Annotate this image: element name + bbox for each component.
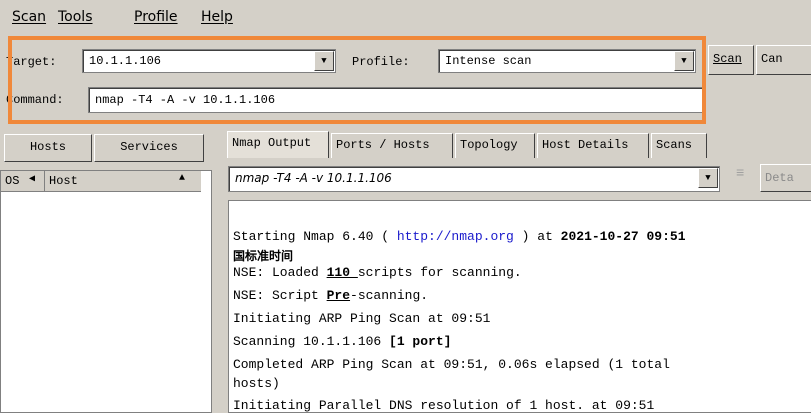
profile-dropdown-arrow-icon[interactable]: ▼ — [674, 51, 694, 71]
menu-scan[interactable]: Scan — [12, 9, 46, 25]
output-line: NSE: Script Pre-scanning. — [233, 288, 428, 303]
command-value: nmap -T4 -A -v 10.1.1.106 — [95, 93, 276, 107]
tab-ports-hosts-label: Ports / Hosts — [336, 138, 430, 152]
output-line: hosts) — [233, 376, 280, 391]
scan-button-label: Scan — [713, 52, 742, 66]
tab-scans-label: Scans — [656, 138, 693, 152]
tab-ports-hosts[interactable]: Ports / Hosts — [331, 133, 453, 158]
toolbar: Target: 10.1.1.106 ▼ Profile: Intense sc… — [0, 34, 811, 118]
target-dropdown-arrow-icon[interactable]: ▼ — [314, 51, 334, 71]
column-os[interactable]: OS — [5, 174, 19, 188]
services-tab-label: Services — [120, 140, 178, 154]
column-divider — [44, 171, 45, 191]
hosts-tab-label: Hosts — [29, 140, 66, 154]
column-host[interactable]: Host — [49, 174, 78, 188]
output-text: scripts for scanning. — [357, 265, 522, 280]
command-input[interactable]: nmap -T4 -A -v 10.1.1.106 — [88, 87, 705, 113]
details-button-label: Deta — [765, 171, 794, 185]
menu-bar: Scan Tools Profile Help — [0, 0, 811, 34]
output-dropdown-arrow-icon[interactable]: ▼ — [698, 168, 718, 188]
output-text: Scanning 10.1.1.106 — [233, 334, 390, 349]
target-value: 10.1.1.106 — [89, 54, 162, 68]
output-text: ) at — [513, 229, 561, 244]
cancel-button-label: Can — [761, 52, 783, 66]
output-line: Completed ARP Ping Scan at 09:51, 0.06s … — [233, 357, 670, 372]
column-scroll-left-icon[interactable]: ◀ — [29, 173, 35, 185]
port-count: [1 port] — [389, 334, 452, 349]
output-line: Scanning 10.1.1.106 [1 port] — [233, 334, 451, 349]
nmap-link[interactable]: http://nmap.org — [397, 229, 514, 244]
tab-host-details-label: Host Details — [542, 138, 629, 152]
profile-value: Intense scan — [445, 54, 532, 68]
output-line: NSE: Loaded 110 scripts for scanning. — [233, 265, 522, 280]
tab-scans[interactable]: Scans — [651, 133, 707, 158]
output-text: -scanning. — [350, 288, 429, 303]
output-line: Starting Nmap 6.40 ( http://nmap.org ) a… — [233, 229, 686, 244]
sort-ascending-icon[interactable]: ▲ — [179, 173, 185, 184]
host-list-header: OS ◀ Host ▲ — [1, 171, 201, 192]
profile-label: Profile: — [352, 55, 410, 69]
target-label: Target: — [6, 55, 57, 69]
script-count: 110 — [326, 265, 358, 280]
output-line: Initiating ARP Ping Scan at 09:51 — [233, 311, 491, 326]
output-text: NSE: Script — [233, 288, 327, 303]
profile-combobox[interactable]: Intense scan ▼ — [438, 49, 696, 73]
tab-topology-label: Topology — [460, 138, 518, 152]
output-line: 国标准时间 — [233, 249, 294, 263]
menu-help[interactable]: Help — [201, 9, 233, 25]
menu-lines-icon: ≡ — [736, 166, 745, 182]
output-text: Starting Nmap 6.40 ( — [233, 229, 397, 244]
tab-hosts[interactable]: Hosts — [4, 134, 92, 162]
output-select[interactable]: nmap -T4 -A -v 10.1.1.106 ▼ — [228, 166, 720, 192]
scan-button[interactable]: Scan — [708, 45, 754, 75]
menu-tools[interactable]: Tools — [58, 9, 93, 25]
tab-nmap-output-label: Nmap Output — [232, 136, 312, 150]
command-label: Command: — [6, 93, 64, 107]
tab-services[interactable]: Services — [94, 134, 204, 162]
menu-profile[interactable]: Profile — [134, 9, 178, 25]
target-combobox[interactable]: 10.1.1.106 ▼ — [82, 49, 336, 73]
tab-nmap-output[interactable]: Nmap Output — [227, 131, 329, 158]
tab-host-details[interactable]: Host Details — [537, 133, 649, 158]
cancel-button[interactable]: Can — [756, 45, 811, 75]
nmap-output-text[interactable]: Starting Nmap 6.40 ( http://nmap.org ) a… — [228, 200, 811, 413]
tab-topology[interactable]: Topology — [455, 133, 535, 158]
details-button[interactable]: Deta — [760, 164, 811, 192]
host-list[interactable]: OS ◀ Host ▲ — [0, 170, 212, 413]
output-text: NSE: Loaded — [233, 265, 327, 280]
scan-date: 2021-10-27 09:51 — [560, 229, 686, 244]
pre-keyword: Pre — [326, 288, 351, 303]
output-select-value: nmap -T4 -A -v 10.1.1.106 — [235, 171, 392, 185]
